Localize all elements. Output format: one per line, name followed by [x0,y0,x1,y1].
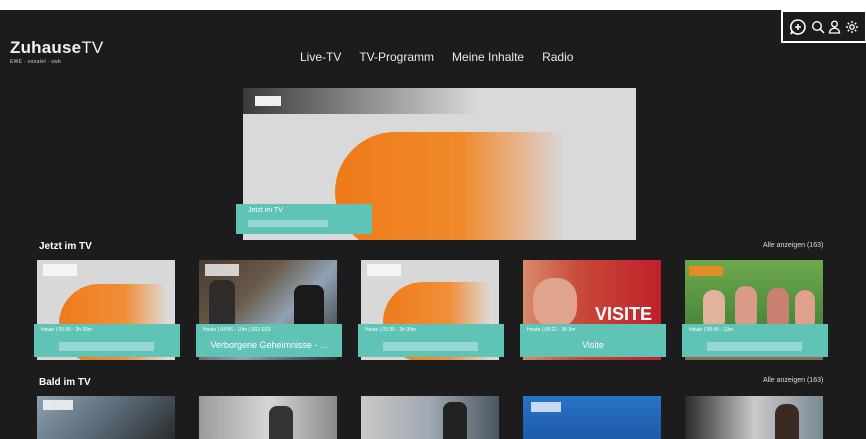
section-title-now: Jetzt im TV [39,241,92,252]
show-all-now-link[interactable]: Alle anzeigen (163) [763,242,823,249]
soon-card-3[interactable] [361,396,499,439]
zuhause-tv-logo[interactable]: ZuhauseTV EWE · osnatel · swb [10,38,103,65]
person-silhouette [775,404,799,439]
card-meta: Heute | 05:30 - 3h 30m [365,327,417,333]
gear-icon[interactable] [845,20,859,34]
channel-logo [43,400,73,410]
visite-logo: VISITE [595,304,653,324]
now-card-4-overlay[interactable]: Heute | 08:22 - 3h 3m Visite [520,324,666,357]
soon-card-4[interactable] [523,396,661,439]
hero-label-text: Jetzt im TV [248,207,283,214]
card-meta: Heute | 05:30 - 3h 30m [41,327,93,333]
hero-header-strip [243,88,636,114]
section-title-soon: Bald im TV [39,377,91,388]
channel-logo [689,266,723,276]
main-nav: Live-TV TV-Programm Meine Inhalte Radio [300,50,591,64]
card-meta: Heute | 08:22 - 3h 3m [527,327,576,333]
person-silhouette [443,402,467,439]
brand-subtitle: EWE · osnatel · swb [10,59,61,65]
hero-label[interactable]: Jetzt im TV [236,204,372,234]
channel-logo [205,264,239,276]
person-silhouette [269,406,293,439]
now-card-2-overlay[interactable]: Heute | 04:55 - 10m | S02 E03 Verborgene… [196,324,342,357]
brand-name: ZuhauseTV [10,38,103,58]
channel-logo [531,402,561,412]
add-chat-icon[interactable] [789,18,807,36]
header-icon-group [781,10,866,43]
channel-logo [367,264,401,276]
hero-label-placeholder [248,220,328,227]
now-card-5-overlay[interactable]: Heute | 08:40 - 13m [682,324,828,357]
card-meta: Heute | 04:55 - 10m | S02 E03 [203,327,271,333]
soon-card-5[interactable] [685,396,823,439]
card-title: Visite [582,340,604,350]
now-card-1-overlay[interactable]: Heute | 05:30 - 3h 30m [34,324,180,357]
card-title-placeholder [707,342,802,351]
soon-card-1[interactable] [37,396,175,439]
person-face [533,278,577,328]
brand-tv: TV [81,38,104,57]
card-title-placeholder [59,342,154,351]
channel-logo [255,96,281,106]
brand-main: Zuhause [10,38,82,57]
show-all-soon-link[interactable]: Alle anzeigen (163) [763,377,823,384]
soon-card-2[interactable] [199,396,337,439]
nav-meine-inhalte[interactable]: Meine Inhalte [452,50,524,64]
channel-logo [43,264,77,276]
nav-tv-programm[interactable]: TV-Programm [359,50,434,64]
nav-radio[interactable]: Radio [542,50,573,64]
search-icon[interactable] [811,20,825,34]
now-card-3-overlay[interactable]: Heute | 05:30 - 3h 30m [358,324,504,357]
user-icon[interactable] [828,20,841,34]
card-title: Verborgene Geheimnisse - ... [210,340,328,350]
card-meta: Heute | 08:40 - 13m [689,327,734,333]
card-title-placeholder [383,342,478,351]
top-strip [0,0,866,10]
nav-live-tv[interactable]: Live-TV [300,50,341,64]
